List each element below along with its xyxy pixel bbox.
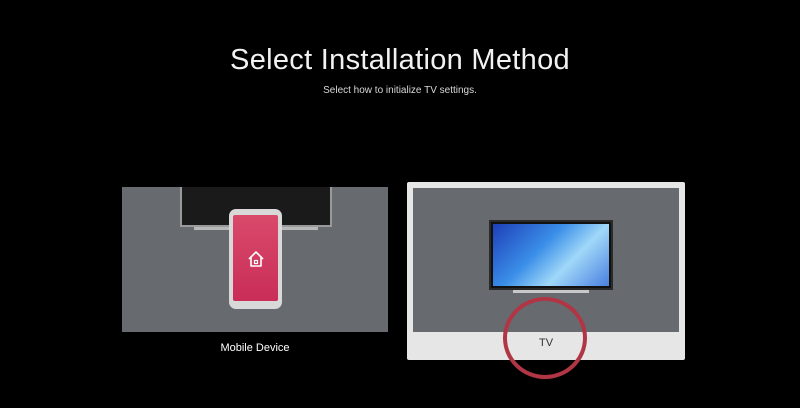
option-mobile-device[interactable]: Mobile Device xyxy=(122,187,388,369)
page-subtitle: Select how to initialize TV settings. xyxy=(323,85,477,96)
home-icon xyxy=(248,251,264,267)
page-title: Select Installation Method xyxy=(230,44,570,76)
option-label-mobile-device: Mobile Device xyxy=(220,342,290,354)
phone-screen xyxy=(233,215,278,301)
tv-screen xyxy=(493,224,609,286)
mobile-device-icon xyxy=(229,209,282,309)
tv-illustration xyxy=(413,188,679,332)
tv-stand xyxy=(513,290,589,293)
option-label-tv: TV xyxy=(538,337,554,349)
option-tv[interactable]: TV xyxy=(407,182,685,360)
mobile-device-illustration xyxy=(122,187,388,332)
tv-icon xyxy=(489,220,613,290)
installation-method-screen: Select Installation Method Select how to… xyxy=(0,0,800,408)
